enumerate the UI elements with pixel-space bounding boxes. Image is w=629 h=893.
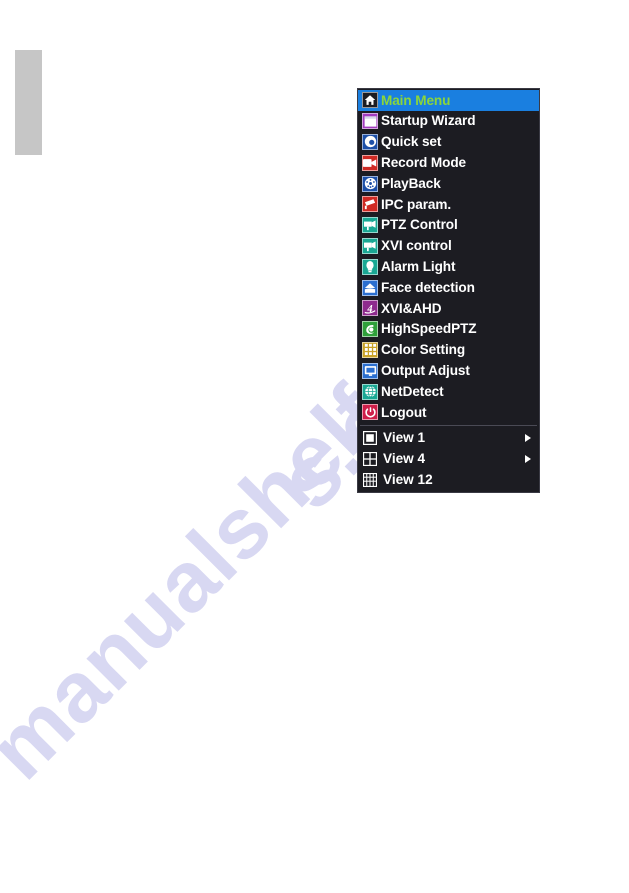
view-item-label: View 1 bbox=[383, 430, 426, 446]
menu-item-output-adjust[interactable]: Output Adjust bbox=[358, 360, 539, 381]
watermark-text-primary: manualshelf bbox=[0, 367, 402, 798]
view-grid-4-icon bbox=[363, 451, 377, 466]
menu-item-alarm-light[interactable]: Alarm Light bbox=[358, 256, 539, 277]
monitor-icon bbox=[362, 362, 378, 379]
video-camera-icon bbox=[362, 154, 378, 171]
menu-item-list: Main Menu Startup Wizard Quick set Record M… bbox=[358, 90, 539, 423]
ipc-camera-icon bbox=[362, 196, 378, 213]
menu-item-logout[interactable]: Logout bbox=[358, 402, 539, 423]
view-item-label: View 4 bbox=[383, 451, 426, 467]
menu-item-main-menu[interactable]: Main Menu bbox=[358, 90, 539, 111]
xvi-ahd-icon: 4 bbox=[362, 300, 378, 317]
quick-set-icon bbox=[362, 133, 378, 150]
net-detect-globe-icon bbox=[362, 383, 378, 400]
menu-item-xvi-control[interactable]: XVI control bbox=[358, 236, 539, 257]
color-grid-icon bbox=[362, 341, 378, 358]
submenu-arrow-icon bbox=[525, 454, 531, 463]
menu-item-quick-set[interactable]: Quick set bbox=[358, 132, 539, 153]
alarm-light-icon bbox=[362, 258, 378, 275]
menu-item-record-mode[interactable]: Record Mode bbox=[358, 152, 539, 173]
menu-item-color-setting[interactable]: Color Setting bbox=[358, 340, 539, 361]
menu-item-label: Alarm Light bbox=[381, 258, 456, 274]
view-grid-1-icon bbox=[363, 431, 377, 446]
menu-item-label: Output Adjust bbox=[381, 362, 470, 378]
view-item-view-4[interactable]: View 4 bbox=[358, 449, 539, 470]
ptz-camera-icon bbox=[362, 217, 378, 234]
menu-item-startup-wizard[interactable]: Startup Wizard bbox=[358, 111, 539, 132]
menu-item-highspeedptz[interactable]: HighSpeedPTZ bbox=[358, 319, 539, 340]
menu-item-label: Color Setting bbox=[381, 342, 466, 358]
menu-item-label: Startup Wizard bbox=[381, 113, 476, 129]
menu-item-xvi-ahd[interactable]: 4 XVI&AHD bbox=[358, 298, 539, 319]
menu-item-face-detection[interactable]: Face detection bbox=[358, 277, 539, 298]
menu-item-label: XVI control bbox=[381, 238, 452, 254]
menu-item-label: PTZ Control bbox=[381, 217, 458, 233]
menu-item-label: Main Menu bbox=[381, 92, 451, 108]
menu-item-netdetect[interactable]: NetDetect bbox=[358, 381, 539, 402]
wizard-window-icon bbox=[362, 113, 378, 130]
view-grid-12-icon bbox=[363, 472, 377, 487]
menu-item-label: IPC param. bbox=[381, 196, 452, 212]
playback-disc-icon bbox=[362, 175, 378, 192]
face-detection-icon bbox=[362, 279, 378, 296]
menu-item-label: Record Mode bbox=[381, 154, 467, 170]
menu-item-ipc-param[interactable]: IPC param. bbox=[358, 194, 539, 215]
menu-item-label: PlayBack bbox=[381, 175, 441, 191]
menu-item-label: XVI&AHD bbox=[381, 300, 442, 316]
menu-item-label: HighSpeedPTZ bbox=[381, 321, 477, 337]
view-item-label: View 12 bbox=[383, 471, 433, 487]
menu-item-playback[interactable]: PlayBack bbox=[358, 173, 539, 194]
menu-item-label: Logout bbox=[381, 404, 427, 420]
view-item-view-12[interactable]: View 12 bbox=[358, 469, 539, 490]
high-speed-ptz-icon bbox=[362, 321, 378, 338]
menu-item-ptz-control[interactable]: PTZ Control bbox=[358, 215, 539, 236]
home-icon bbox=[362, 92, 378, 109]
menu-separator bbox=[360, 424, 537, 426]
menu-item-label: Face detection bbox=[381, 279, 475, 295]
view-item-view-1[interactable]: View 1 bbox=[358, 428, 539, 449]
page-background: manualshelf s.com Main MenuStartup Wizar… bbox=[0, 0, 629, 893]
view-mode-list: View 1 View 4 View 12 bbox=[358, 428, 539, 490]
ptz-camera-icon bbox=[362, 237, 378, 254]
menu-item-label: Quick set bbox=[381, 134, 442, 150]
gray-placeholder-block bbox=[15, 50, 42, 155]
power-icon bbox=[362, 404, 378, 421]
main-menu-panel: Main Menu Startup Wizard Quick set Record M… bbox=[357, 88, 540, 494]
submenu-arrow-icon bbox=[525, 434, 531, 443]
menu-item-label: NetDetect bbox=[381, 383, 444, 399]
